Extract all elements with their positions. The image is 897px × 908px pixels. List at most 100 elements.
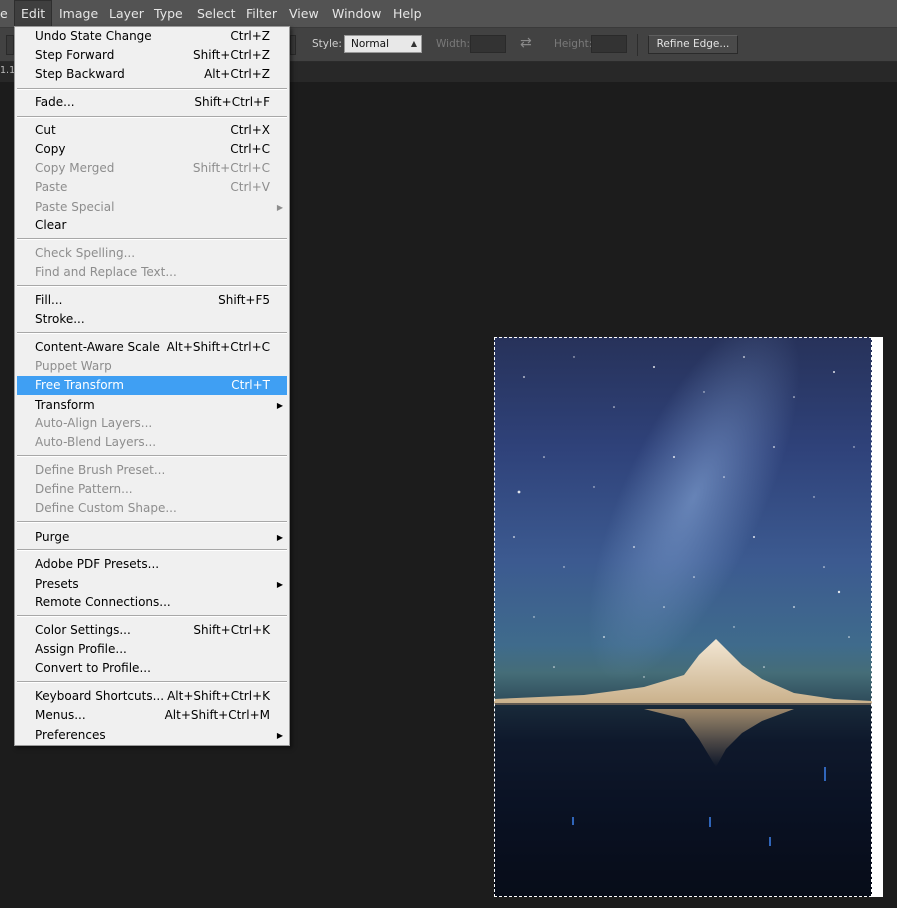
menu-item-transform[interactable]: Transform ▶ bbox=[17, 396, 287, 415]
menu-separator bbox=[17, 116, 287, 118]
submenu-arrow-icon: ▶ bbox=[276, 580, 283, 589]
menu-item-label: Adobe PDF Presets... bbox=[35, 557, 160, 571]
menu-item-shortcut: Shift+Ctrl+F bbox=[194, 95, 270, 109]
menu-item-menus[interactable]: Menus... Alt+Shift+Ctrl+M bbox=[17, 706, 287, 725]
menu-edit[interactable]: Edit bbox=[14, 0, 53, 27]
menu-item-step-forward[interactable]: Step Forward Shift+Ctrl+Z bbox=[17, 46, 287, 65]
menu-separator bbox=[17, 521, 287, 523]
menu-item-auto-blend-layers: Auto-Blend Layers... bbox=[17, 433, 287, 452]
menu-item-purge[interactable]: Purge ▶ bbox=[17, 528, 287, 547]
select-arrows-icon: ▲ bbox=[410, 39, 417, 48]
menu-item-label: Convert to Profile... bbox=[35, 661, 151, 675]
menu-item-fade[interactable]: Fade... Shift+Ctrl+F bbox=[17, 93, 287, 112]
menu-help[interactable]: Help bbox=[393, 0, 422, 27]
menu-item-label: Content-Aware Scale bbox=[35, 340, 160, 354]
options-divider bbox=[637, 34, 638, 56]
height-field[interactable] bbox=[591, 35, 627, 53]
menu-image[interactable]: Image bbox=[59, 0, 98, 27]
menu-item-label: Copy bbox=[35, 142, 66, 156]
menu-item-label: Define Brush Preset... bbox=[35, 463, 166, 477]
menu-item-label: Transform bbox=[35, 398, 95, 412]
menu-item-remote-connections[interactable]: Remote Connections... bbox=[17, 593, 287, 612]
menu-item-presets[interactable]: Presets ▶ bbox=[17, 575, 287, 594]
menu-bar: e Edit Image Layer Type Select Filter Vi… bbox=[0, 0, 897, 28]
menu-item-label: Color Settings... bbox=[35, 623, 131, 637]
menu-item-shortcut: Alt+Shift+Ctrl+K bbox=[167, 689, 270, 703]
menu-item-label: Presets bbox=[35, 577, 79, 591]
menu-item-cut[interactable]: Cut Ctrl+X bbox=[17, 121, 287, 140]
menu-separator bbox=[17, 455, 287, 457]
menu-type[interactable]: Type bbox=[154, 0, 183, 27]
menu-layer[interactable]: Layer bbox=[109, 0, 144, 27]
style-select-value: Normal bbox=[351, 38, 389, 50]
menu-item-stroke[interactable]: Stroke... bbox=[17, 310, 287, 329]
menu-select[interactable]: Select bbox=[197, 0, 236, 27]
menu-item-label: Cut bbox=[35, 123, 56, 137]
menu-separator bbox=[17, 238, 287, 240]
menu-item-keyboard-shortcuts[interactable]: Keyboard Shortcuts... Alt+Shift+Ctrl+K bbox=[17, 687, 287, 706]
document-tab[interactable]: 1.1 bbox=[0, 65, 15, 76]
menu-item-label: Paste bbox=[35, 180, 68, 194]
width-label: Width: bbox=[436, 38, 471, 50]
menu-item-label: Remote Connections... bbox=[35, 595, 171, 609]
submenu-arrow-icon: ▶ bbox=[276, 731, 283, 740]
menu-item-label: Define Pattern... bbox=[35, 482, 133, 496]
submenu-arrow-icon: ▶ bbox=[276, 203, 283, 212]
menu-item-step-backward[interactable]: Step Backward Alt+Ctrl+Z bbox=[17, 65, 287, 84]
menu-item-label: Puppet Warp bbox=[35, 359, 112, 373]
menu-item-clear[interactable]: Clear bbox=[17, 216, 287, 235]
menu-separator bbox=[17, 285, 287, 287]
menu-item-color-settings[interactable]: Color Settings... Shift+Ctrl+K bbox=[17, 621, 287, 640]
submenu-arrow-icon: ▶ bbox=[276, 533, 283, 542]
menu-item-define-custom-shape: Define Custom Shape... bbox=[17, 499, 287, 518]
document-canvas[interactable] bbox=[494, 337, 883, 897]
menu-item-label: Step Forward bbox=[35, 48, 115, 62]
menu-item-define-pattern: Define Pattern... bbox=[17, 480, 287, 499]
menu-separator bbox=[17, 681, 287, 683]
menu-item-define-brush-preset: Define Brush Preset... bbox=[17, 461, 287, 480]
menu-item-convert-to-profile[interactable]: Convert to Profile... bbox=[17, 659, 287, 678]
style-label: Style: bbox=[312, 38, 342, 50]
menu-filter[interactable]: Filter bbox=[246, 0, 277, 27]
menu-item-undo-state-change[interactable]: Undo State Change Ctrl+Z bbox=[17, 27, 287, 46]
menu-item-shortcut: Ctrl+C bbox=[230, 142, 270, 156]
menu-item-preferences[interactable]: Preferences ▶ bbox=[17, 726, 287, 745]
menu-item-shortcut: Ctrl+T bbox=[231, 378, 270, 392]
menu-item-label: Define Custom Shape... bbox=[35, 501, 177, 515]
tool-preset-button[interactable] bbox=[6, 35, 14, 55]
menu-item-label: Check Spelling... bbox=[35, 246, 136, 260]
width-field[interactable] bbox=[470, 35, 506, 53]
menu-item-paste: Paste Ctrl+V bbox=[17, 178, 287, 197]
menu-item-label: Auto-Blend Layers... bbox=[35, 435, 157, 449]
menu-item-shortcut: Ctrl+Z bbox=[230, 29, 270, 43]
menu-item-label: Stroke... bbox=[35, 312, 85, 326]
menu-window[interactable]: Window bbox=[332, 0, 381, 27]
menu-view[interactable]: View bbox=[289, 0, 319, 27]
height-label: Height: bbox=[554, 38, 593, 50]
night-sky-mountain-photo bbox=[494, 337, 872, 897]
menu-item-label: Fill... bbox=[35, 293, 63, 307]
menu-item-label: Free Transform bbox=[35, 378, 124, 392]
menu-item-adobe-pdf-presets[interactable]: Adobe PDF Presets... bbox=[17, 555, 287, 574]
menu-separator bbox=[17, 88, 287, 90]
menu-separator bbox=[17, 549, 287, 551]
menu-item-label: Keyboard Shortcuts... bbox=[35, 689, 165, 703]
menu-item-auto-align-layers: Auto-Align Layers... bbox=[17, 414, 287, 433]
menu-item-find-and-replace-text: Find and Replace Text... bbox=[17, 263, 287, 282]
menu-item-assign-profile[interactable]: Assign Profile... bbox=[17, 640, 287, 659]
feather-field[interactable] bbox=[290, 35, 296, 55]
menu-item-fill[interactable]: Fill... Shift+F5 bbox=[17, 291, 287, 310]
swap-dimensions-icon[interactable]: ⇄ bbox=[520, 35, 532, 51]
menu-item-label: Auto-Align Layers... bbox=[35, 416, 153, 430]
menu-item-free-transform[interactable]: Free Transform Ctrl+T bbox=[17, 376, 287, 395]
menu-item-shortcut: Ctrl+V bbox=[230, 180, 270, 194]
menu-item-label: Copy Merged bbox=[35, 161, 115, 175]
refine-edge-button[interactable]: Refine Edge... bbox=[648, 35, 738, 54]
menu-item-content-aware-scale[interactable]: Content-Aware Scale Alt+Shift+Ctrl+C bbox=[17, 338, 287, 357]
menu-file[interactable]: e bbox=[0, 0, 8, 27]
style-select[interactable]: Normal ▲ bbox=[344, 35, 422, 53]
menu-item-copy[interactable]: Copy Ctrl+C bbox=[17, 140, 287, 159]
menu-item-label: Step Backward bbox=[35, 67, 125, 81]
menu-item-label: Find and Replace Text... bbox=[35, 265, 177, 279]
menu-item-shortcut: Alt+Shift+Ctrl+C bbox=[166, 340, 270, 354]
